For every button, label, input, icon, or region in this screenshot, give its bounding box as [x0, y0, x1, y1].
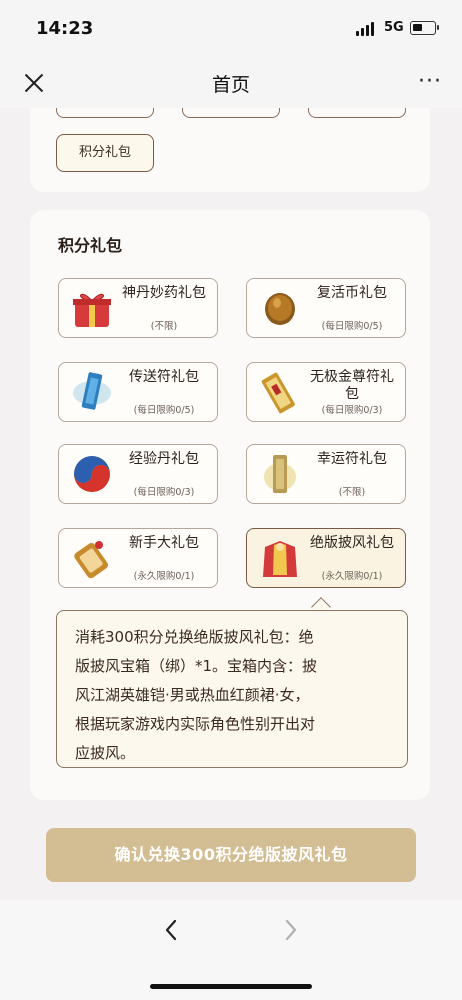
- pack-wuji-jinzun[interactable]: 无极金尊符礼包 (每日限购0/3): [246, 362, 406, 422]
- tooltip-line: 风江湖英雄铠·男或热血红颜裙·女，: [75, 686, 310, 704]
- pack-name: 复活币礼包: [317, 285, 387, 301]
- points-pack-card: 积分礼包 神丹妙药礼包 (不限) 复活币礼包 (每日限购0/5) 传送符礼包 (…: [30, 210, 430, 800]
- pack-teleport[interactable]: 传送符礼包 (每日限购0/5): [58, 362, 218, 422]
- gold-coin-icon: [265, 293, 295, 325]
- pack-name: 传送符礼包: [129, 369, 199, 385]
- browser-toolbar: [0, 900, 462, 1000]
- back-arrow-icon[interactable]: [160, 918, 184, 942]
- status-time: 14:23: [36, 18, 94, 39]
- confirm-exchange-button[interactable]: 确认兑换300积分绝版披风礼包: [46, 828, 416, 882]
- pack-name: 无极金尊符礼包: [310, 369, 394, 402]
- pack-name: 绝版披风礼包: [310, 535, 394, 551]
- status-bar: 14:23 5G: [0, 0, 462, 60]
- pack-limit: (永久限购0/1): [133, 571, 195, 582]
- top-card: 积分礼包: [30, 108, 430, 192]
- section-title: 积分礼包: [58, 236, 123, 255]
- pack-name: 经验丹礼包: [129, 451, 199, 467]
- chip-stub[interactable]: [56, 108, 154, 118]
- teleport-talisman-icon: [73, 372, 111, 410]
- signal-icon: [356, 22, 378, 36]
- pack-limit: (每日限购0/3): [321, 405, 383, 416]
- pack-limit: (每日限购0/3): [133, 487, 195, 498]
- category-chip-points-pack[interactable]: 积分礼包: [56, 134, 154, 172]
- pack-cape[interactable]: 绝版披风礼包 (永久限购0/1): [246, 528, 406, 588]
- experience-pill-icon: [74, 456, 110, 492]
- tooltip-line: 消耗300积分兑换绝版披风礼包：绝: [75, 628, 314, 646]
- home-indicator: [150, 984, 312, 989]
- pack-limit: (每日限购0/5): [321, 321, 383, 332]
- battery-icon: [410, 21, 439, 35]
- chip-stub[interactable]: [182, 108, 280, 118]
- pack-name: 神丹妙药礼包: [122, 285, 206, 301]
- pack-revive-coin[interactable]: 复活币礼包 (每日限购0/5): [246, 278, 406, 338]
- pack-limit: (每日限购0/5): [133, 405, 195, 416]
- page-title: 首页: [211, 74, 250, 96]
- red-gift-box-icon: [73, 293, 111, 327]
- newbie-token-icon: [74, 541, 109, 579]
- luck-talisman-icon: [264, 455, 296, 493]
- nav-bar: 首页 ···: [0, 60, 462, 108]
- pack-name: 幸运符礼包: [317, 451, 387, 467]
- tooltip-line: 应披风。: [75, 744, 136, 762]
- pack-name: 新手大礼包: [129, 535, 199, 551]
- pack-description-tooltip: 消耗300积分兑换绝版披风礼包：绝 版披风宝箱（绑）*1。宝箱内含：披 风江湖英…: [56, 610, 408, 768]
- gold-talisman-icon: [261, 372, 295, 414]
- pack-newbie[interactable]: 新手大礼包 (永久限购0/1): [58, 528, 218, 588]
- pack-limit: (永久限购0/1): [321, 571, 383, 582]
- pack-exp-pill[interactable]: 经验丹礼包 (每日限购0/3): [58, 444, 218, 504]
- tooltip-line: 版披风宝箱（绑）*1。宝箱内含：披: [75, 657, 318, 675]
- cape-icon: [263, 541, 297, 577]
- forward-arrow-icon[interactable]: [278, 918, 302, 942]
- more-options-icon[interactable]: ···: [418, 71, 442, 93]
- pack-limit: (不限): [150, 321, 178, 332]
- pack-luck-talisman[interactable]: 幸运符礼包 (不限): [246, 444, 406, 504]
- pack-shendan[interactable]: 神丹妙药礼包 (不限): [58, 278, 218, 338]
- pack-limit: (不限): [338, 487, 366, 498]
- tooltip-line: 根据玩家游戏内实际角色性别开出对: [75, 715, 316, 733]
- network-label: 5G: [384, 20, 404, 35]
- chip-stub[interactable]: [308, 108, 406, 118]
